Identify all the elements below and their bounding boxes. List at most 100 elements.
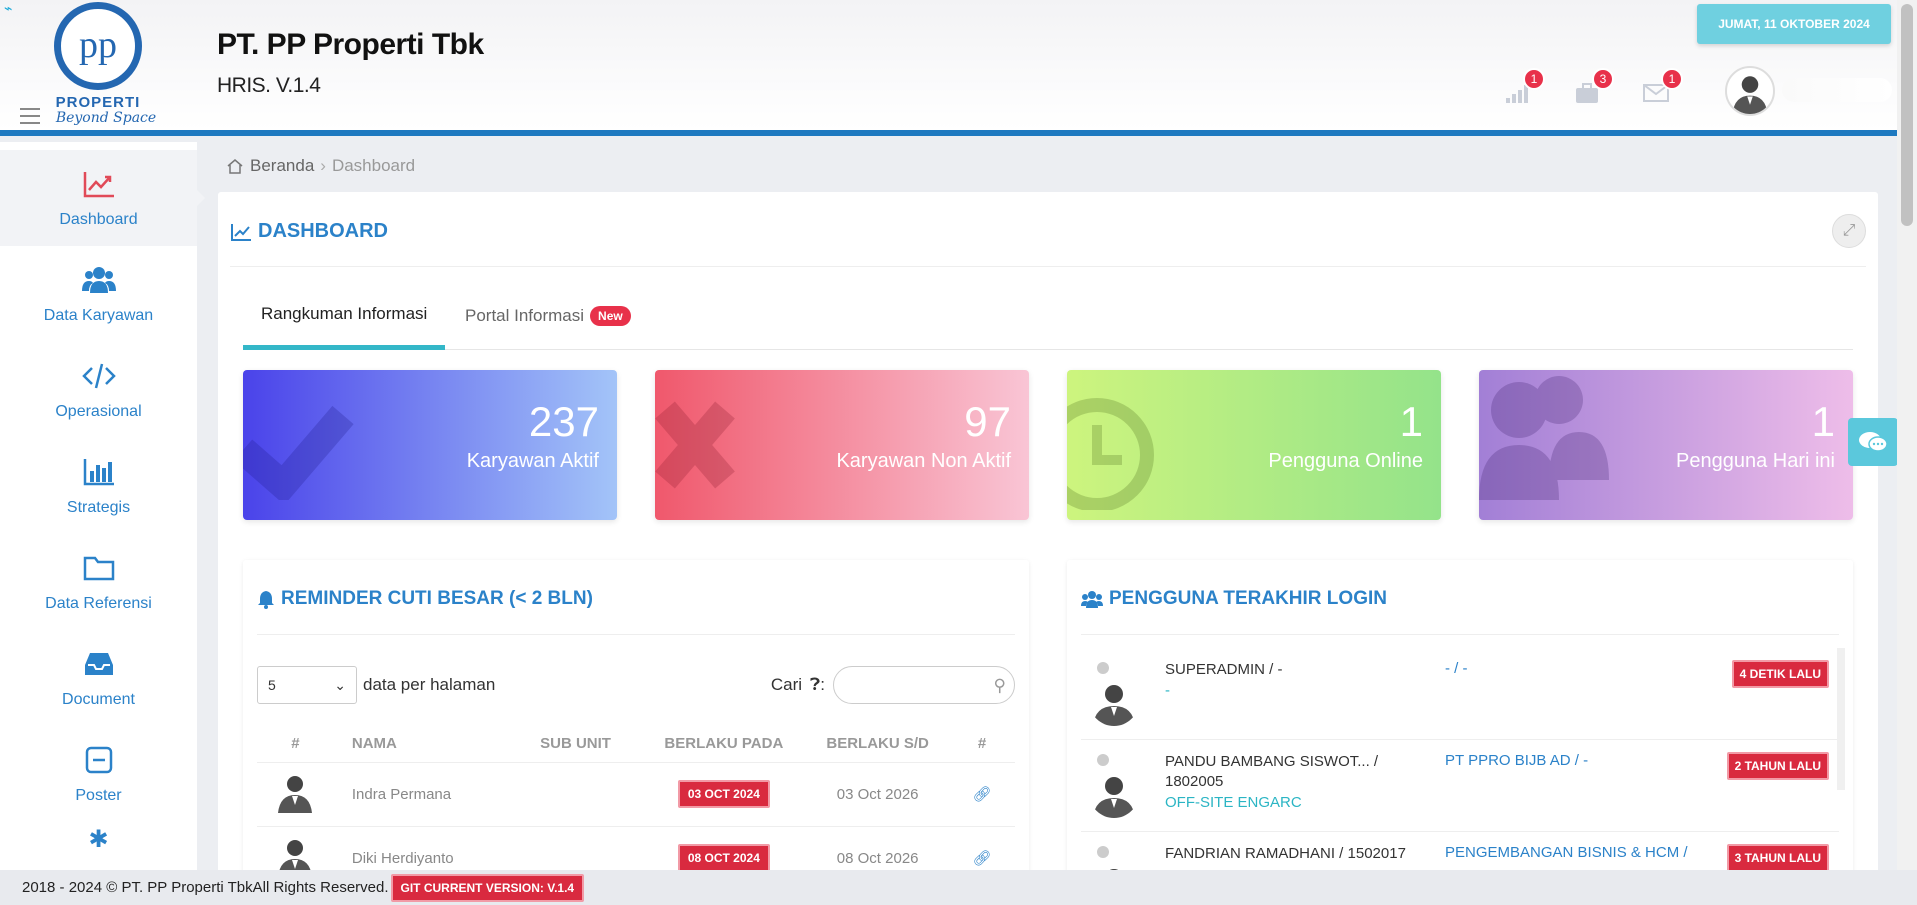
breadcrumb-home[interactable]: Beranda <box>250 156 314 176</box>
stat-card-karyawan-aktif[interactable]: 237 Karyawan Aktif <box>243 370 617 520</box>
code-icon <box>80 359 118 393</box>
sidebar-item-data-referensi[interactable]: Data Referensi <box>0 534 197 630</box>
sidebar-item-data-karyawan[interactable]: Data Karyawan <box>0 246 197 342</box>
reminder-table: # NAMA SUB UNIT BERLAKU PADA BERLAKU S/D… <box>257 726 1015 890</box>
page-size-select[interactable]: 5 ⌄ <box>257 666 357 704</box>
column-header[interactable]: BERLAKU S/D <box>806 726 949 762</box>
avatar <box>1089 768 1139 818</box>
logo-text: PP <box>79 24 117 66</box>
user-name[interactable] <box>1782 78 1892 102</box>
task-count: 3 <box>1592 68 1614 90</box>
users-icon <box>1081 591 1103 608</box>
mail-count: 1 <box>1661 68 1683 90</box>
date-badge: 03 OCT 2024 <box>677 780 770 808</box>
avatar <box>257 761 334 826</box>
stat-card-karyawan-non-aktif[interactable]: 97 Karyawan Non Aktif <box>655 370 1029 520</box>
bar-chart-icon <box>80 455 118 489</box>
stat-value: 1 <box>1811 398 1835 445</box>
user-unit: - / - <box>1445 660 1468 677</box>
sidebar-item-operasional[interactable]: Operasional <box>0 342 197 438</box>
breadcrumb-current: Dashboard <box>331 156 416 175</box>
sidebar-item-label: Data Karyawan <box>43 307 154 324</box>
copyright-text: 2018 - 2024 © PT. PP Properti TbkAll Rig… <box>22 879 389 896</box>
sidebar-item-label: Document <box>62 691 135 708</box>
notification-count: 1 <box>1523 68 1545 90</box>
valid-from: 03 OCT 2024 <box>641 761 807 826</box>
page-scrollbar[interactable] <box>1897 0 1917 870</box>
tab-rangkuman-informasi[interactable]: Rangkuman Informasi <box>243 282 446 350</box>
sidebar-item-dashboard[interactable]: Dashboard <box>0 150 205 246</box>
breadcrumb: Beranda › Dashboard <box>226 156 415 176</box>
chat-icon[interactable] <box>1848 418 1898 466</box>
reminder-card: REMINDER CUTI BESAR (< 2 BLN) 5 ⌄ data p… <box>243 560 1029 890</box>
stat-label: Karyawan Non Aktif <box>836 450 1011 472</box>
dashboard-panel: DASHBOARD ⤢ Rangkuman Informasi Portal I… <box>218 192 1878 890</box>
stat-value: 97 <box>964 398 1011 445</box>
search-input[interactable]: ⚲ <box>833 666 1015 704</box>
users-icon <box>1479 376 1609 500</box>
sidebar-item-label: Dashboard <box>59 211 138 228</box>
per-page-label: data per halaman <box>363 675 496 694</box>
logo-ring: PP <box>54 2 142 90</box>
mail-icon[interactable]: 1 <box>1641 68 1683 106</box>
times-icon <box>655 401 735 489</box>
table-header: # NAMA SUB UNIT BERLAKU PADA BERLAKU S/D… <box>257 726 1015 762</box>
date-badge: 08 OCT 2024 <box>677 844 770 873</box>
time-ago-badge: 3 TAHUN LALU <box>1726 844 1829 872</box>
tab-label: Portal Informasi <box>465 306 585 325</box>
user-unit: PENGEMBANGAN BISNIS & HCM / <box>1445 844 1688 861</box>
login-list: SUPERADMIN / - - - / - 4 DETIK LALU PAND… <box>1081 648 1839 888</box>
user-avatar[interactable] <box>1725 66 1775 116</box>
stat-label: Pengguna Hari ini <box>1676 450 1835 472</box>
sidebar-item-strategis[interactable]: Strategis <box>0 438 197 534</box>
chart-line-icon <box>231 223 251 241</box>
user-unit: PT PPRO BIJB AD / - <box>1445 752 1589 769</box>
home-icon <box>227 159 243 174</box>
valid-to: 03 Oct 2026 <box>806 761 950 826</box>
list-item[interactable]: SUPERADMIN / - - - / - 4 DETIK LALU <box>1081 648 1839 740</box>
status-dot <box>1097 754 1109 766</box>
scrollbar-thumb[interactable] <box>1901 4 1913 226</box>
inbox-icon <box>80 647 118 681</box>
stat-card-pengguna-online[interactable]: 1 Pengguna Online <box>1067 370 1441 520</box>
chevron-down-icon: ⌄ <box>334 676 346 693</box>
briefcase-icon[interactable]: 3 <box>1572 68 1614 106</box>
divider <box>230 266 1866 267</box>
card-title-text: REMINDER CUTI BESAR (< 2 BLN) <box>281 588 593 609</box>
column-header: # <box>977 735 987 753</box>
column-header[interactable]: SUB UNIT <box>510 726 642 762</box>
bell-icon <box>258 591 274 609</box>
list-scrollbar[interactable] <box>1837 648 1845 790</box>
stat-card-pengguna-hari-ini[interactable]: 1 Pengguna Hari ini <box>1479 370 1853 520</box>
help-icon: ❓︎: <box>810 675 825 694</box>
page-size-value: 5 <box>268 677 276 693</box>
search-icon: ⚲ <box>993 676 1006 695</box>
sidebar-item-document[interactable]: Document <box>0 630 197 726</box>
sub-unit <box>509 761 642 826</box>
user-name: SUPERADMIN / - <box>1165 661 1283 678</box>
link-icon[interactable]: 🔗︎ <box>949 761 1015 826</box>
sidebar-item-more[interactable]: ✱ <box>0 822 197 870</box>
card-title: REMINDER CUTI BESAR (< 2 BLN) <box>257 588 593 610</box>
minus-square-icon <box>80 743 118 777</box>
sidebar: Dashboard Data Karyawan Operasional Stra… <box>0 142 205 870</box>
stat-value: 237 <box>528 398 599 445</box>
menu-toggle-icon[interactable] <box>20 108 40 124</box>
time-ago-badge: 2 TAHUN LALU <box>1726 752 1829 780</box>
tab-portal-informasi[interactable]: Portal Informasi New <box>447 282 649 350</box>
logo-tagline: Beyond Space <box>55 110 157 126</box>
gear-icon: ✱ <box>88 825 109 853</box>
divider <box>1081 634 1839 635</box>
search-label: Cari <box>770 675 803 694</box>
signal-icon[interactable]: 1 <box>1503 68 1545 106</box>
expand-icon[interactable]: ⤢ <box>1832 214 1866 248</box>
list-item[interactable]: PANDU BAMBANG SISWOT... / 1802005 OFF-SI… <box>1081 740 1839 832</box>
git-version-badge: GIT CURRENT VERSION: V.1.4 <box>390 873 585 902</box>
sidebar-item-poster[interactable]: Poster <box>0 726 197 822</box>
column-header[interactable]: BERLAKU PADA <box>641 726 806 762</box>
column-header[interactable]: NAMA <box>334 726 510 762</box>
folder-icon <box>80 551 118 585</box>
page-title-text: DASHBOARD <box>258 220 388 242</box>
avatar <box>1089 676 1139 726</box>
users-icon <box>80 263 118 297</box>
